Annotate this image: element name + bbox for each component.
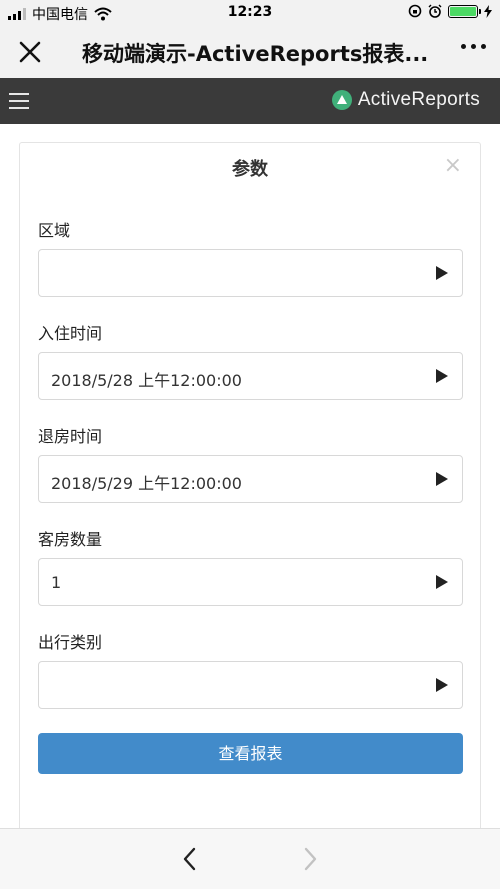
checkout-date-value: 2018/5/29 上午12:00:00	[51, 474, 242, 493]
more-icon[interactable]	[461, 44, 486, 49]
field-label-checkin: 入住时间	[38, 324, 103, 343]
alarm-icon	[428, 4, 442, 18]
checkin-date-value: 2018/5/28 上午12:00:00	[51, 371, 242, 390]
checkout-date-field[interactable]: 2018/5/29 上午12:00:00	[38, 455, 463, 503]
field-label-travel-type: 出行类别	[38, 633, 103, 652]
page-title: 移动端演示-ActiveReports报表...	[82, 42, 429, 66]
play-arrow-icon[interactable]	[436, 678, 448, 692]
play-arrow-icon[interactable]	[436, 266, 448, 280]
region-select[interactable]	[38, 249, 463, 297]
chevron-right-icon[interactable]	[298, 845, 322, 873]
battery-icon	[448, 4, 481, 18]
status-bar: 中国电信 12:23	[0, 0, 500, 26]
checkin-date-field[interactable]: 2018/5/28 上午12:00:00	[38, 352, 463, 400]
dialog-close-icon[interactable]: ×	[444, 155, 462, 177]
charging-icon	[484, 4, 492, 18]
room-count-value: 1	[51, 573, 62, 592]
travel-type-select[interactable]	[38, 661, 463, 709]
app-header: ActiveReports	[0, 78, 500, 124]
dialog-title: 参数	[232, 159, 268, 180]
play-arrow-icon[interactable]	[436, 575, 448, 589]
brand: ActiveReports	[331, 89, 480, 111]
field-label-checkout: 退房时间	[38, 427, 103, 446]
view-report-button[interactable]: 查看报表	[38, 733, 463, 774]
play-arrow-icon[interactable]	[436, 472, 448, 486]
rotation-lock-icon	[408, 4, 422, 18]
parameters-dialog: 参数 × 区域 入住时间 2018/5/28 上午12:00:00 退房时间 2…	[19, 142, 481, 842]
chevron-left-icon[interactable]	[178, 845, 202, 873]
bottom-nav	[0, 828, 500, 889]
title-bar: 移动端演示-ActiveReports报表...	[0, 26, 500, 78]
field-label-room-count: 客房数量	[38, 530, 103, 549]
status-right	[408, 4, 492, 18]
brand-name: ActiveReports	[357, 89, 480, 110]
room-count-field[interactable]: 1	[38, 558, 463, 606]
close-icon[interactable]	[14, 36, 46, 68]
hamburger-menu-icon[interactable]	[9, 93, 29, 109]
play-arrow-icon[interactable]	[436, 369, 448, 383]
field-label-region: 区域	[38, 221, 71, 240]
activereports-logo-icon	[331, 90, 352, 110]
